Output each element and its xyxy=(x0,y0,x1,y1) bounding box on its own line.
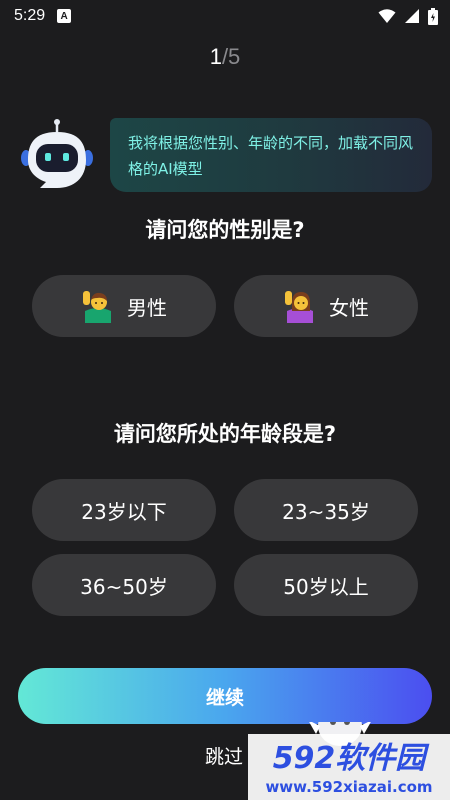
age-option-label: 23~35岁 xyxy=(282,499,370,524)
battery-icon xyxy=(428,7,438,25)
watermark-url: www.592xiazai.com xyxy=(265,778,432,796)
age-option-label: 23岁以下 xyxy=(81,499,167,524)
gender-option-male[interactable]: 男性 xyxy=(32,275,216,337)
age-option-23-35[interactable]: 23~35岁 xyxy=(234,479,418,541)
watermark-logo: 592软件园 www.592xiazai.com xyxy=(248,722,450,800)
wifi-icon xyxy=(378,9,396,23)
gender-option-label: 男性 xyxy=(127,295,167,320)
gender-option-label: 女性 xyxy=(329,295,369,320)
age-option-over-50[interactable]: 50岁以上 xyxy=(234,554,418,616)
age-question: 请问您所处的年龄段是? xyxy=(113,422,337,446)
progress-current: 1 xyxy=(209,44,222,69)
age-option-label: 36~50岁 xyxy=(80,574,168,599)
status-right xyxy=(378,7,438,25)
robot-avatar-icon xyxy=(21,119,93,188)
gender-option-female[interactable]: 女性 xyxy=(234,275,418,337)
notification-badge: A xyxy=(57,9,72,23)
watermark-brand: 592软件园 xyxy=(273,741,431,776)
age-option-36-50[interactable]: 36~50岁 xyxy=(32,554,216,616)
man-raising-hand-icon xyxy=(83,291,111,323)
continue-button[interactable]: 继续 xyxy=(18,668,432,724)
status-time: 5:29 xyxy=(14,7,46,24)
bot-message-text: 我将根据您性别、年龄的不同，加载不同风格的AI模型 xyxy=(128,134,414,178)
gender-question: 请问您的性别是? xyxy=(145,218,305,242)
cell-signal-icon xyxy=(405,9,419,23)
status-bar: 5:29 A xyxy=(0,0,450,32)
skip-link[interactable]: 跳过 xyxy=(205,742,243,769)
progress-total: /5 xyxy=(221,44,241,69)
age-option-label: 50岁以上 xyxy=(283,574,369,599)
progress-indicator: 1/5 xyxy=(0,44,450,70)
bot-message-bubble: 我将根据您性别、年龄的不同，加载不同风格的AI模型 xyxy=(110,118,432,192)
status-left: 5:29 A xyxy=(14,7,72,25)
age-option-under-23[interactable]: 23岁以下 xyxy=(32,479,216,541)
continue-label: 继续 xyxy=(205,686,244,709)
woman-raising-hand-icon xyxy=(285,291,313,323)
